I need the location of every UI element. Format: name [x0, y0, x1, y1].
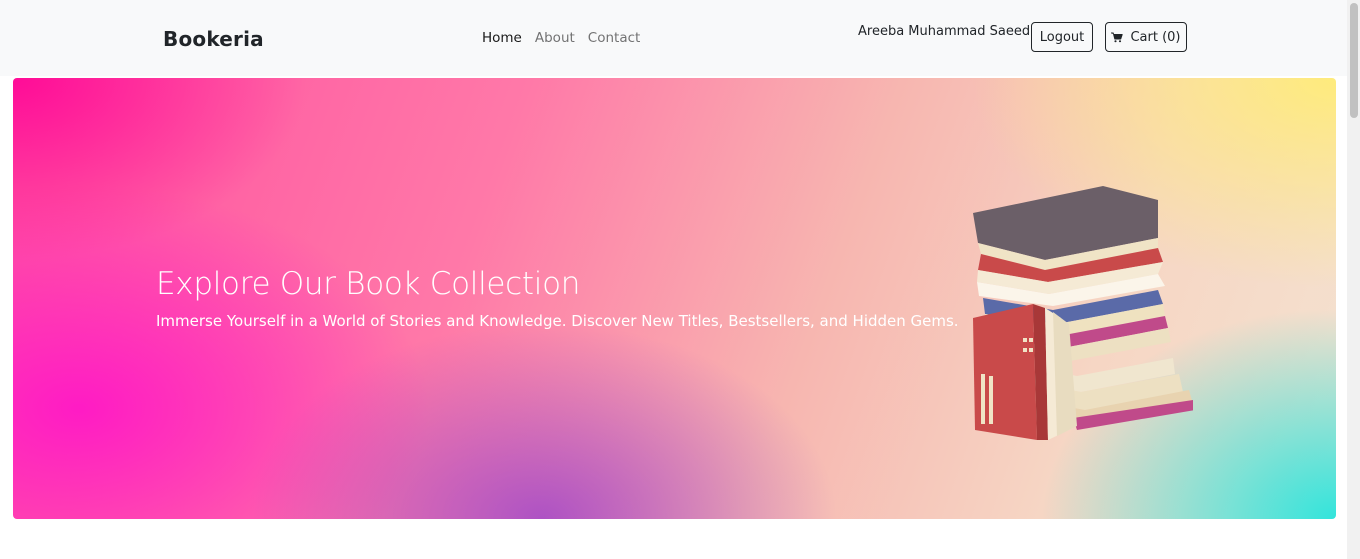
logout-button[interactable]: Logout	[1031, 22, 1093, 52]
scrollbar-thumb[interactable]	[1350, 3, 1358, 118]
hero-banner: Explore Our Book Collection Immerse Your…	[13, 78, 1336, 519]
stacked-books-illustration	[973, 186, 1193, 440]
hero-subtitle: Immerse Yourself in a World of Stories a…	[156, 312, 959, 330]
logout-button-label: Logout	[1039, 29, 1085, 45]
cart-button-label: Cart (0)	[1130, 29, 1181, 45]
nav-link-home[interactable]: Home	[482, 30, 522, 46]
scrollbar[interactable]	[1347, 0, 1360, 559]
page: Bookeria Home About Contact Areeba Muham…	[0, 0, 1360, 559]
navbar: Bookeria Home About Contact Areeba Muham…	[0, 0, 1347, 76]
user-name: Areeba Muhammad Saeed	[858, 24, 1031, 39]
nav-link-contact[interactable]: Contact	[588, 30, 641, 46]
brand-logo[interactable]: Bookeria	[163, 27, 264, 51]
nav-links: Home About Contact	[482, 30, 640, 46]
hero-title: Explore Our Book Collection	[156, 266, 581, 302]
cart-button[interactable]: Cart (0)	[1105, 22, 1187, 52]
nav-link-about[interactable]: About	[535, 30, 575, 46]
shopping-cart-icon	[1111, 32, 1124, 42]
